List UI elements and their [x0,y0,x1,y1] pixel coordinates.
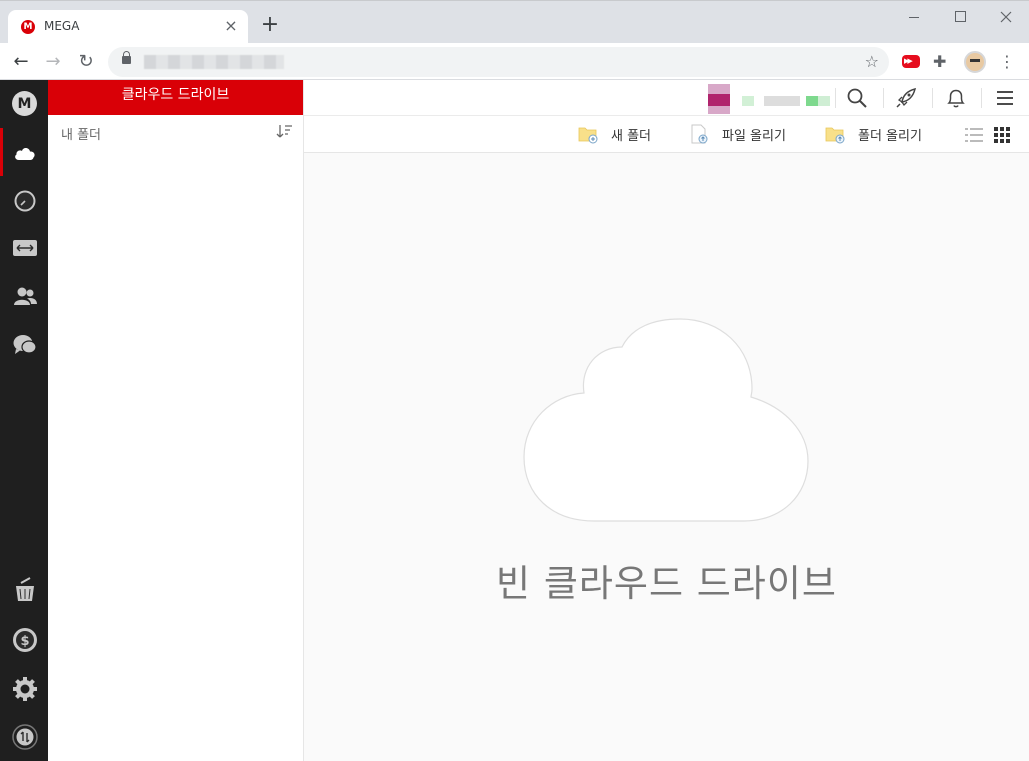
new-folder-button[interactable]: 새 폴더 [578,124,668,144]
mega-left-nav: M $ [0,80,48,761]
window-close-button[interactable] [984,7,1028,27]
file-list-area[interactable]: 빈 클라우드 드라이브 [304,153,1029,761]
upload-file-icon [691,124,708,144]
action-bar: 새 폴더 파일 올리기 폴더 올리기 [304,116,1029,153]
window-maximize-button[interactable] [938,7,982,27]
mega-favicon-icon: M [21,20,35,34]
empty-state-label: 빈 클라우드 드라이브 [496,562,837,605]
pro-dollar-icon[interactable]: $ [12,627,38,653]
account-info-redacted[interactable] [700,84,830,114]
upload-folder-icon [825,127,845,144]
lock-icon[interactable] [122,51,131,64]
browser-tab[interactable]: M MEGA × [8,10,248,44]
active-indicator [0,128,3,176]
upload-folder-label: 폴더 올리기 [858,129,922,144]
tab-close-icon[interactable]: × [222,17,240,35]
profile-avatar[interactable] [964,51,986,73]
back-button[interactable]: ← [8,49,34,75]
window-minimize-button[interactable] [892,7,936,27]
mega-logo-icon[interactable]: M [12,91,37,116]
list-view-icon[interactable] [965,127,983,143]
settings-gear-icon[interactable] [12,676,38,702]
chat-icon[interactable] [12,332,38,358]
browser-toolbar: ← → ↻ ☆ ✚ ⋮ [0,43,1029,80]
separator [981,88,982,108]
grid-view-icon[interactable] [994,127,1010,143]
forward-button[interactable]: → [40,49,66,75]
new-tab-button[interactable]: + [259,14,281,36]
bookmark-star-icon[interactable]: ☆ [865,52,879,71]
new-folder-label: 새 폴더 [611,129,652,144]
browser-tab-strip: M MEGA × + [0,0,1029,44]
app-top-bar [304,80,1029,116]
hamburger-menu-icon[interactable] [994,87,1016,109]
rubbish-bin-icon[interactable] [12,577,38,603]
separator [883,88,884,108]
reload-button[interactable]: ↻ [73,49,99,75]
sort-icon[interactable] [276,124,292,138]
rocket-icon[interactable] [895,87,917,109]
transfer-sync-icon[interactable] [12,724,38,750]
address-bar[interactable]: ☆ [108,47,889,77]
separator [835,88,836,108]
close-icon [1000,11,1012,23]
browser-menu-icon[interactable]: ⋮ [999,51,1015,73]
search-icon[interactable] [846,87,868,109]
empty-cloud-icon [523,318,809,522]
svg-text:$: $ [20,634,29,649]
side-panel-title[interactable]: 클라우드 드라이브 [48,80,303,115]
notifications-bell-icon[interactable] [945,87,967,109]
upload-folder-button[interactable]: 폴더 올리기 [825,124,935,144]
cloud-drive-icon[interactable] [12,140,38,166]
transfers-icon[interactable] [12,235,38,261]
recents-clock-icon[interactable] [12,188,38,214]
upload-file-label: 파일 올리기 [722,129,786,144]
youtube-extension-icon[interactable] [902,55,920,68]
separator [932,88,933,108]
url-text-redacted [144,55,284,69]
tab-title: MEGA [44,19,80,33]
contacts-icon[interactable] [12,283,38,309]
extensions-puzzle-icon[interactable]: ✚ [933,52,946,71]
folder-tree-panel: 클라우드 드라이브 내 폴더 [48,80,304,761]
new-folder-icon [578,127,598,144]
my-folder-label[interactable]: 내 폴더 [61,124,101,143]
upload-file-button[interactable]: 파일 올리기 [689,124,799,144]
